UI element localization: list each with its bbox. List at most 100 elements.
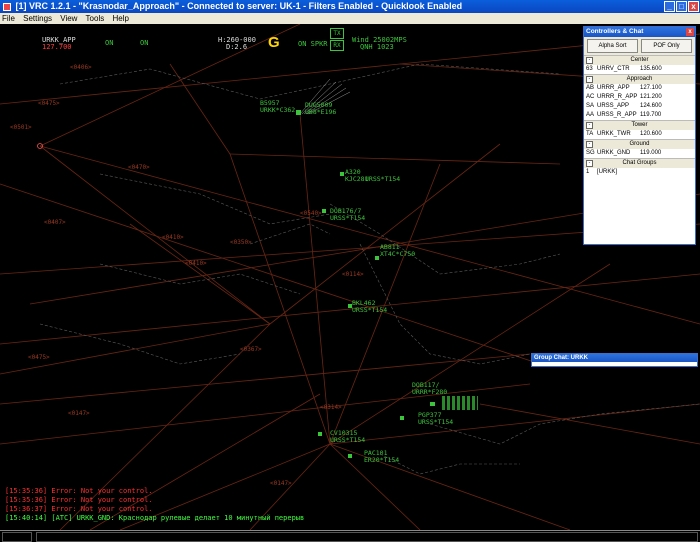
group-header-chat-groups[interactable]: - Chat Groups <box>584 158 695 168</box>
collapse-icon[interactable]: - <box>586 122 593 129</box>
chat-group-name: [URKK] <box>597 169 618 175</box>
airway-line <box>0 183 541 365</box>
controller-frequency: 127.100 <box>640 85 662 91</box>
collapse-icon[interactable]: - <box>586 76 593 83</box>
fix-label: <0475> <box>28 354 50 361</box>
window-title: [1] VRC 1.2.1 - "Krasnodar_Approach" - C… <box>15 1 463 11</box>
hud-on1: ON <box>105 39 114 47</box>
controller-id: 63 <box>586 66 593 72</box>
aircraft-target[interactable]: B5957 URKK*C362 <box>260 100 295 114</box>
menu-view[interactable]: View <box>60 14 77 23</box>
message-line: [15:35:36] Error: Not your control. <box>5 496 153 504</box>
rx-indicator[interactable]: RX <box>330 40 344 51</box>
target-symbol[interactable] <box>348 304 352 308</box>
collapse-icon[interactable]: - <box>586 160 593 167</box>
target-symbol[interactable] <box>375 256 379 260</box>
aircraft-target[interactable]: DOB176/7 URSS*T154 <box>330 208 365 222</box>
minimize-button[interactable]: _ <box>664 1 675 12</box>
hud-speaker[interactable]: ON SPKR <box>298 40 328 48</box>
close-icon[interactable]: x <box>686 28 694 36</box>
group-header-center[interactable]: - Center <box>584 55 695 65</box>
group-header-approach[interactable]: - Approach <box>584 74 695 84</box>
boundary-line <box>59 63 561 100</box>
aircraft-target[interactable]: URSS*T154 <box>365 176 400 183</box>
controller-callsign: URKK_GND <box>597 150 631 156</box>
fix-label: <0147> <box>68 410 90 417</box>
aircraft-target[interactable]: CV10315 URSS*T154 <box>330 430 365 444</box>
controller-row[interactable]: 63 URRV_CTR 135.600 <box>584 65 695 74</box>
fix-label: <0501> <box>10 124 32 131</box>
collapse-icon[interactable]: - <box>586 141 593 148</box>
controller-id: SA <box>586 103 595 109</box>
airway-line <box>269 143 501 325</box>
atis-letter: G <box>268 34 280 51</box>
controller-callsign: URSS_R_APP <box>597 112 637 118</box>
controller-frequency: 124.600 <box>640 103 662 109</box>
command-line-input[interactable] <box>36 532 698 542</box>
controller-row[interactable]: AB URRR_APP 127.100 <box>584 84 695 93</box>
aircraft-target[interactable]: PAC101 ER20*T154 <box>364 450 399 464</box>
close-button[interactable]: x <box>688 1 699 12</box>
group-title: Center <box>630 57 649 63</box>
collapse-icon[interactable]: - <box>586 57 593 64</box>
controller-id: SG <box>586 150 595 156</box>
aircraft-target[interactable]: AB811 XT4C*C750 <box>380 244 415 258</box>
controller-callsign: URRR_R_APP <box>597 94 638 100</box>
hud-on2: ON <box>140 39 149 47</box>
target-symbol[interactable] <box>296 110 301 115</box>
chat-group-row[interactable]: 1 [URKK] <box>584 168 695 177</box>
boundary-line <box>429 403 700 445</box>
message-line: [15:35:36] Error: Not your control. <box>5 487 153 495</box>
target-data: URSS*T154 <box>330 214 366 222</box>
fix-label: <0470> <box>128 164 150 171</box>
controller-row[interactable]: SG URKK_GND 119.000 <box>584 149 695 158</box>
airway-line <box>39 145 271 325</box>
target-data: URSS*T154 <box>418 418 454 426</box>
group-header-tower[interactable]: - Tower <box>584 120 695 130</box>
window-controls: _ □ x <box>664 1 699 12</box>
group-chat-window[interactable]: Group Chat: URKK <box>531 353 698 367</box>
controller-callsign: URSS_APP <box>597 103 630 109</box>
menu-tools[interactable]: Tools <box>86 14 105 23</box>
fix-label: <0367> <box>240 346 262 353</box>
menu-help[interactable]: Help <box>112 14 128 23</box>
aircraft-target[interactable]: PGP377 URSS*T154 <box>418 412 453 426</box>
group-chat-title: Group Chat: URKK <box>532 354 697 362</box>
target-symbol[interactable] <box>430 402 435 406</box>
menu-bar: File Settings View Tools Help <box>0 13 700 24</box>
fix-label: <0147> <box>270 480 292 487</box>
menu-settings[interactable]: Settings <box>23 14 52 23</box>
command-prefix-box[interactable] <box>2 532 32 542</box>
target-symbol[interactable] <box>348 454 352 458</box>
pof-only-button[interactable]: POF Only <box>641 39 692 53</box>
controller-row[interactable]: AC URRR_R_APP 121.200 <box>584 93 695 102</box>
group-title: Approach <box>626 76 653 82</box>
aircraft-target[interactable]: DUG5009 UB8*E196 <box>305 102 336 116</box>
controller-id: AB <box>586 85 595 91</box>
target-symbol[interactable] <box>322 209 326 213</box>
boundary-line <box>249 223 331 245</box>
controller-row[interactable]: SA URSS_APP 124.600 <box>584 102 695 111</box>
controllers-toolbar: Alpha Sort POF Only <box>584 37 695 55</box>
controllers-chat-panel: Controllers & Chat x Alpha Sort POF Only… <box>583 26 696 245</box>
airway-line <box>299 113 331 445</box>
aircraft-target[interactable]: BKL462 URSS*T154 <box>352 300 387 314</box>
target-symbol[interactable] <box>318 432 322 436</box>
group-title: Tower <box>631 122 648 128</box>
controller-row[interactable]: TA URKK_TWR 120.600 <box>584 130 695 139</box>
boundary-line <box>379 453 520 475</box>
controller-id: TA <box>586 131 594 137</box>
aircraft-target[interactable]: DOB117/ URRR*F280 <box>412 382 447 396</box>
group-title: Chat Groups <box>622 160 657 166</box>
fix-label: <0314> <box>320 404 342 411</box>
target-symbol[interactable] <box>400 416 404 420</box>
alpha-sort-button[interactable]: Alpha Sort <box>587 39 638 53</box>
airway-line <box>229 153 561 165</box>
tx-indicator[interactable]: TX <box>330 28 344 39</box>
controller-row[interactable]: AA URSS_R_APP 119.700 <box>584 111 695 120</box>
menu-file[interactable]: File <box>2 14 15 23</box>
hud-frequency: 127.700 <box>42 43 72 51</box>
target-symbol[interactable] <box>340 172 344 176</box>
maximize-button[interactable]: □ <box>676 1 687 12</box>
group-header-ground[interactable]: - Ground <box>584 139 695 149</box>
